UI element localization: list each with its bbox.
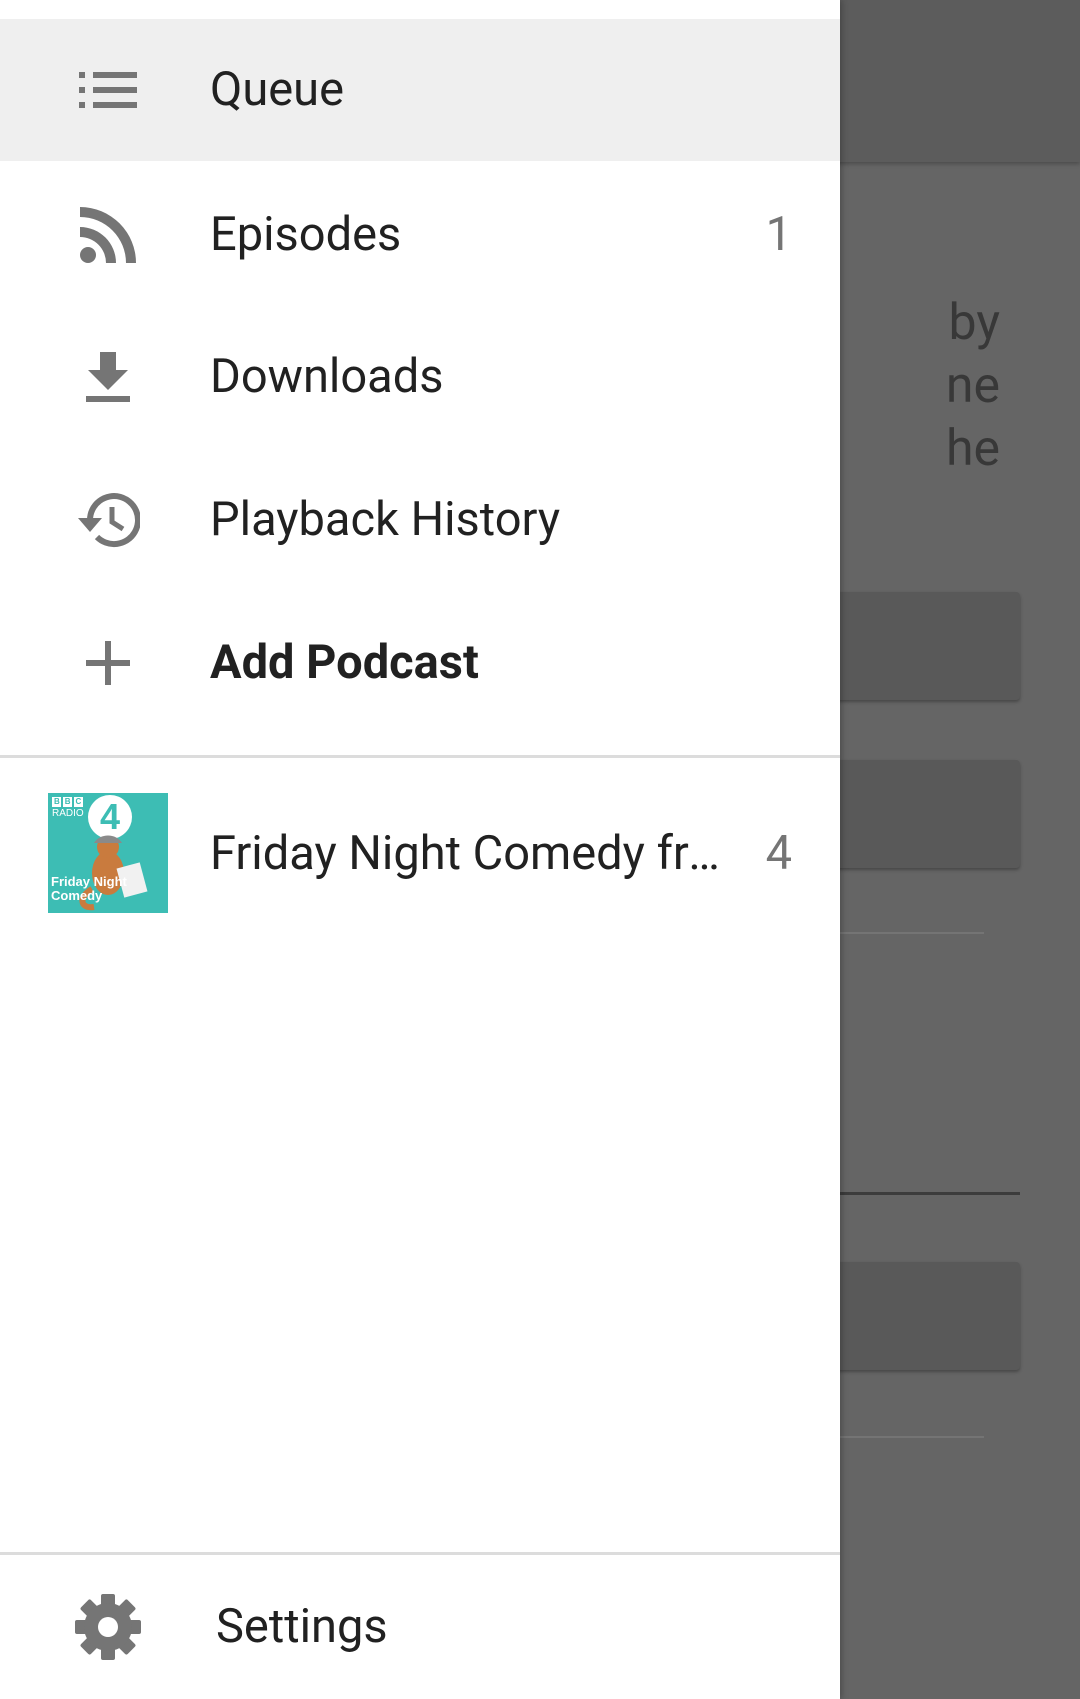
artwork-brand-text: BBC <box>54 797 87 806</box>
nav-item-label: Add Podcast <box>210 635 479 690</box>
queue-list-icon <box>68 60 148 120</box>
nav-item-label: Episodes <box>210 207 402 262</box>
artwork-title-line2: Comedy <box>51 888 103 903</box>
plus-icon <box>68 633 148 693</box>
subscription-title: Friday Night Comedy from BBC Radio 4 <box>210 826 730 881</box>
nav-item-queue[interactable]: Queue <box>0 19 840 161</box>
episodes-count-badge: 1 <box>765 207 792 262</box>
download-icon <box>68 347 148 407</box>
nav-item-label: Playback History <box>210 492 561 547</box>
gear-icon <box>74 1593 142 1661</box>
subscription-count-badge: 4 <box>765 826 792 881</box>
subscription-item[interactable]: BBC RADIO 4 Friday Night Comedy Friday N… <box>0 782 840 926</box>
nav-item-downloads[interactable]: Downloads <box>0 306 840 448</box>
rss-feed-icon <box>68 205 148 265</box>
nav-item-label: Downloads <box>210 349 444 404</box>
artwork-number-text: 4 <box>99 796 121 837</box>
navigation-drawer: Queue Episodes 1 Downloads Playback Hist… <box>0 0 840 1699</box>
nav-item-add-podcast[interactable]: Add Podcast <box>0 592 840 734</box>
nav-item-episodes[interactable]: Episodes 1 <box>0 164 840 306</box>
nav-item-playback-history[interactable]: Playback History <box>0 449 840 591</box>
artwork-title-line1: Friday Night <box>51 874 127 889</box>
nav-item-settings[interactable]: Settings <box>0 1555 840 1699</box>
nav-item-label: Settings <box>216 1599 388 1654</box>
history-icon <box>68 490 148 550</box>
podcast-artwork: BBC RADIO 4 Friday Night Comedy <box>48 793 168 913</box>
drawer-divider <box>0 755 840 758</box>
nav-item-label: Queue <box>210 62 345 117</box>
artwork-station-text: RADIO <box>52 808 84 819</box>
